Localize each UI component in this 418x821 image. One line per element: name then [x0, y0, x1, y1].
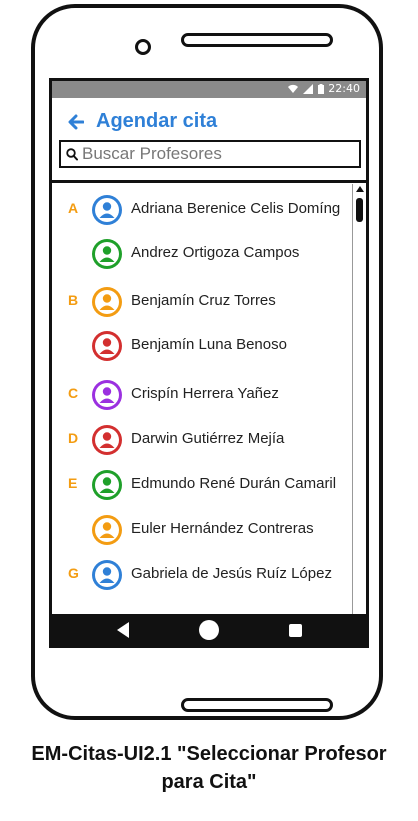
list-item[interactable]: G Gabriela de Jesús Ruíz López [52, 553, 352, 597]
battery-icon [318, 83, 325, 94]
navigation-bar [52, 614, 366, 645]
teacher-name: Adriana Berenice Celis Domíng [131, 200, 341, 217]
list-item[interactable]: C Crispín Herrera Yañez [52, 373, 352, 417]
avatar-icon [92, 425, 122, 455]
list-item[interactable]: D Darwin Gutiérrez Mejía [52, 418, 352, 462]
avatar-icon [92, 331, 122, 361]
teacher-name: Benjamín Cruz Torres [131, 292, 276, 309]
back-arrow-icon[interactable] [68, 114, 84, 130]
teacher-name: Edmundo René Durán Camaril [131, 475, 337, 492]
speaker-grille [181, 33, 333, 47]
avatar-icon [92, 470, 122, 500]
scrollbar[interactable] [352, 184, 366, 614]
status-time: 22:40 [328, 82, 360, 95]
teacher-name: Andrez Ortigoza Campos [131, 244, 300, 261]
section-letter: D [68, 430, 79, 446]
avatar-icon [92, 515, 122, 545]
avatar-icon [92, 239, 122, 269]
caption-line-1: EM-Citas-UI2.1 "Seleccionar Profesor [31, 743, 387, 765]
wifi-icon [288, 84, 299, 93]
scroll-up-arrow-icon[interactable] [356, 186, 364, 192]
nav-recent-apps-icon[interactable] [289, 624, 302, 637]
nav-back-icon[interactable] [117, 622, 129, 638]
teacher-name: Crispín Herrera Yañez [131, 385, 279, 402]
teacher-name: Gabriela de Jesús Ruíz López [131, 565, 332, 582]
section-letter: B [68, 292, 79, 308]
search-input[interactable] [82, 143, 352, 165]
list-item[interactable]: B Benjamín Cruz Torres [52, 280, 352, 324]
avatar-icon [92, 560, 122, 590]
avatar-icon [92, 380, 122, 410]
teacher-name: Benjamín Luna Benoso [131, 336, 287, 353]
search-box[interactable] [59, 140, 361, 168]
status-bar: 22:40 [52, 81, 366, 98]
section-letter: C [68, 385, 79, 401]
phone-screen: 22:40 Agendar cita A Adriana Berenice Cel… [49, 78, 369, 648]
nav-home-icon[interactable] [199, 620, 219, 640]
caption-line-2: para Cita" [161, 771, 257, 793]
list-item[interactable]: E Edmundo René Durán Camaril [52, 463, 352, 507]
bottom-grille [181, 698, 333, 712]
teacher-name: Euler Hernández Contreras [131, 520, 314, 537]
camera-icon [135, 39, 151, 55]
app-bar: Agendar cita [52, 98, 366, 183]
list-item[interactable]: Andrez Ortigoza Campos [52, 232, 352, 276]
list-item[interactable]: Euler Hernández Contreras [52, 508, 352, 552]
teacher-name: Darwin Gutiérrez Mejía [131, 430, 285, 447]
section-letter: A [68, 200, 79, 216]
avatar-icon [92, 195, 122, 225]
list-item[interactable]: Benjamín Luna Benoso [52, 324, 352, 368]
avatar-icon [92, 287, 122, 317]
section-letter: G [68, 565, 79, 581]
caption: EM-Citas-UI2.1 "Seleccionar Profesor par… [0, 740, 418, 796]
section-letter: E [68, 475, 78, 491]
list-item[interactable]: A Adriana Berenice Celis Domíng [52, 188, 352, 232]
page-title: Agendar cita [96, 110, 218, 132]
teacher-list: A Adriana Berenice Celis Domíng Andrez Ort… [52, 184, 352, 614]
search-icon [66, 148, 78, 161]
scroll-thumb[interactable] [356, 198, 363, 222]
signal-icon [303, 83, 314, 94]
